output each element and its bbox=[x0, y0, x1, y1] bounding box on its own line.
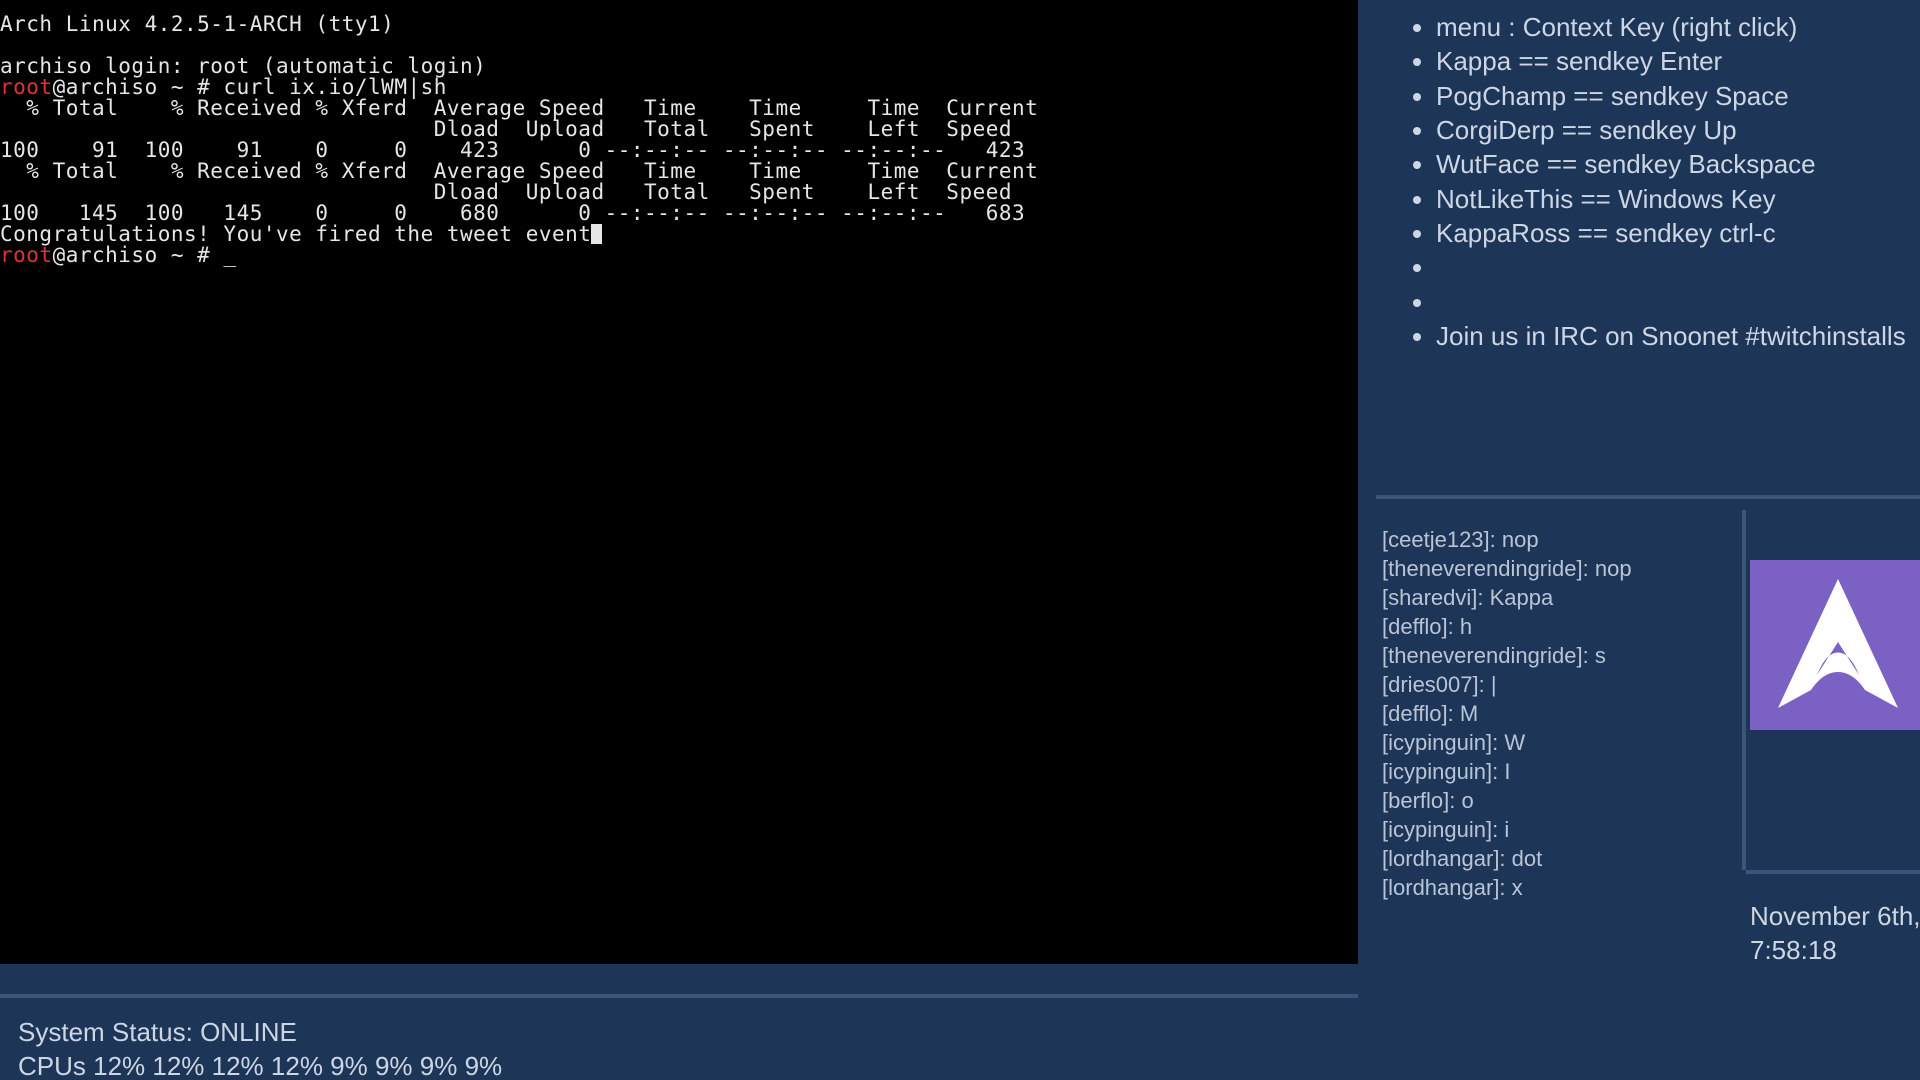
help-item: PogChamp == sendkey Space bbox=[1436, 79, 1920, 113]
help-item: Join us in IRC on Snoonet #twitchinstall… bbox=[1436, 319, 1920, 353]
help-panel: menu : Context Key (right click) Kappa =… bbox=[1376, 10, 1920, 490]
terminal-prompt-rest: @archiso ~ # bbox=[53, 243, 224, 267]
help-item: CorgiDerp == sendkey Up bbox=[1436, 113, 1920, 147]
arch-logo-icon bbox=[1750, 560, 1920, 730]
chat-line: [lordhangar]: dot bbox=[1382, 844, 1732, 873]
divider bbox=[1746, 870, 1920, 874]
help-list: menu : Context Key (right click) Kappa =… bbox=[1376, 10, 1920, 353]
status-online: System Status: ONLINE bbox=[18, 1015, 1358, 1049]
chat-line: [sharedvi]: Kappa bbox=[1382, 583, 1732, 612]
divider bbox=[0, 994, 1358, 998]
chat-line: [berflo]: o bbox=[1382, 786, 1732, 815]
chat-line: [lordhangar]: x bbox=[1382, 873, 1732, 902]
help-item: WutFace == sendkey Backspace bbox=[1436, 147, 1920, 181]
chat-line: [icypinguin]: i bbox=[1382, 815, 1732, 844]
chat-line: [ceetje123]: nop bbox=[1382, 525, 1732, 554]
chat-line: [theneverendingride]: nop bbox=[1382, 554, 1732, 583]
sidebar: menu : Context Key (right click) Kappa =… bbox=[1358, 0, 1920, 1080]
chat-line: [defflo]: M bbox=[1382, 699, 1732, 728]
terminal-window[interactable]: Arch Linux 4.2.5-1-ARCH (tty1) archiso l… bbox=[0, 0, 1358, 964]
terminal-header-line: Arch Linux 4.2.5-1-ARCH (tty1) bbox=[0, 12, 394, 36]
terminal-prompt-user: root bbox=[0, 243, 53, 267]
help-item-blank bbox=[1436, 250, 1920, 284]
chat-line: [icypinguin]: I bbox=[1382, 757, 1732, 786]
clock-panel: November 6th, 7:58:18 bbox=[1750, 900, 1920, 968]
logo-panel bbox=[1750, 560, 1920, 730]
help-item: NotLikeThis == Windows Key bbox=[1436, 182, 1920, 216]
chat-line: [dries007]: | bbox=[1382, 670, 1732, 699]
help-item: KappaRoss == sendkey ctrl-c bbox=[1436, 216, 1920, 250]
help-item: menu : Context Key (right click) bbox=[1436, 10, 1920, 44]
chat-line: [icypinguin]: W bbox=[1382, 728, 1732, 757]
terminal-cursor bbox=[591, 224, 602, 244]
clock-time: 7:58:18 bbox=[1750, 934, 1920, 968]
status-panel: System Status: ONLINE CPUs 12% 12% 12% 1… bbox=[18, 1015, 1358, 1080]
stream-overlay: Arch Linux 4.2.5-1-ARCH (tty1) archiso l… bbox=[0, 0, 1920, 1080]
divider bbox=[1376, 495, 1920, 499]
help-item-blank bbox=[1436, 285, 1920, 319]
help-item: Kappa == sendkey Enter bbox=[1436, 44, 1920, 78]
clock-date: November 6th, bbox=[1750, 900, 1920, 934]
status-cpus: CPUs 12% 12% 12% 12% 9% 9% 9% 9% bbox=[18, 1049, 1358, 1080]
chat-line: [defflo]: h bbox=[1382, 612, 1732, 641]
chat-panel: [ceetje123]: nop [theneverendingride]: n… bbox=[1376, 510, 1746, 870]
chat-line: [theneverendingride]: s bbox=[1382, 641, 1732, 670]
